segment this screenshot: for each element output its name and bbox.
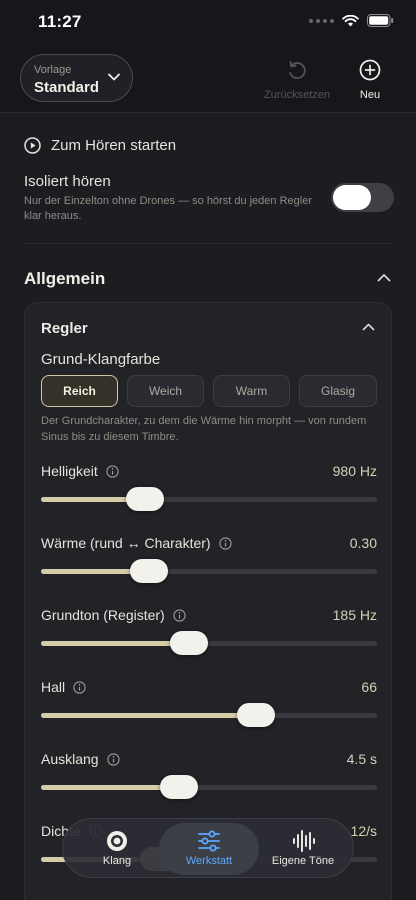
timbre-description: Der Grundcharakter, zu dem die Wärme hin… <box>41 415 367 443</box>
timbre-option-glasig[interactable]: Glasig <box>299 375 377 407</box>
waveform-icon <box>293 830 315 852</box>
isolate-toggle[interactable] <box>331 183 394 212</box>
undo-icon <box>289 60 306 79</box>
info-icon[interactable] <box>106 752 120 766</box>
reset-button[interactable]: Zurücksetzen <box>258 58 336 101</box>
timbre-option-warm[interactable]: Warm <box>213 375 290 407</box>
slider-thumb[interactable] <box>126 487 165 511</box>
status-bar: 11:27 <box>0 0 416 46</box>
wifi-icon <box>342 14 359 26</box>
chevron-up-icon[interactable] <box>362 323 375 331</box>
preset-selector[interactable]: Vorlage Standard <box>20 54 133 102</box>
param-grundton: Grundton (Register) 185 Hz <box>41 607 377 663</box>
plus-circle-icon <box>359 59 381 81</box>
controls-card: Regler Grund-Klangfarbe Reich Weich Warm… <box>24 302 392 900</box>
sliders-icon <box>198 830 220 852</box>
toggle-knob <box>333 185 371 210</box>
status-time: 11:27 <box>38 12 82 31</box>
timbre-option-reich[interactable]: Reich <box>41 375 118 407</box>
isolate-title: Isoliert hören <box>24 173 111 190</box>
tab-label: Werkstatt <box>185 855 233 867</box>
param-value: 4.5 s <box>346 751 377 767</box>
record-icon <box>107 831 127 851</box>
tab-label: Eigene Töne <box>271 855 335 867</box>
battery-icon <box>367 14 394 27</box>
param-value: 980 Hz <box>332 463 377 479</box>
tab-eigene-toene[interactable]: Eigene Töne <box>259 823 347 875</box>
param-helligkeit: Helligkeit 980 Hz <box>41 463 377 519</box>
param-label: Ausklang <box>41 751 120 767</box>
slider-fill <box>41 641 189 646</box>
slider-fill <box>41 713 257 718</box>
param-value: 66 <box>361 679 377 695</box>
tab-klang[interactable]: Klang <box>71 823 163 875</box>
param-label: Hall <box>41 679 86 695</box>
new-button[interactable]: Neu <box>346 58 394 101</box>
param-label: Helligkeit <box>41 463 119 479</box>
chevron-up-icon[interactable] <box>377 273 391 282</box>
isolate-description: Nur der Einzelton ohne Drones — so hörst… <box>24 195 312 222</box>
status-icons <box>309 14 394 27</box>
param-name: Helligkeit <box>41 463 98 479</box>
param-value: 0.30 <box>349 535 377 551</box>
timbre-option-weich[interactable]: Weich <box>127 375 204 407</box>
preset-value: Standard <box>34 79 100 96</box>
timbre-label: Grund-Klangfarbe <box>41 351 161 368</box>
settings-sheet: Zum Hören starten Isoliert hören Nur der… <box>0 112 416 900</box>
param-name: Wärme (rund ↔ Charakter) <box>41 535 211 551</box>
play-circle-icon <box>24 137 41 154</box>
slider-thumb[interactable] <box>129 559 168 583</box>
slider-track[interactable] <box>41 497 377 502</box>
tab-bar: Klang Werkstatt Eigene Töne <box>62 818 354 878</box>
param-value: 12/s <box>350 823 377 839</box>
reset-label: Zurücksetzen <box>263 89 331 101</box>
listen-button[interactable]: Zum Hören starten <box>24 137 176 154</box>
info-icon[interactable] <box>106 464 119 478</box>
param-name: Grundton (Register) <box>41 607 165 623</box>
info-icon[interactable] <box>73 680 86 694</box>
slider-track[interactable] <box>41 569 377 574</box>
param-label: Wärme (rund ↔ Charakter) <box>41 535 232 551</box>
top-bar: Vorlage Standard Zurücksetzen Neu <box>0 46 416 112</box>
param-value: 185 Hz <box>332 607 377 623</box>
slider-thumb[interactable] <box>159 775 198 799</box>
slider-track[interactable] <box>41 785 377 790</box>
card-title: Regler <box>41 320 88 337</box>
info-icon[interactable] <box>173 608 186 622</box>
tab-label: Klang <box>102 855 132 867</box>
slider-thumb[interactable] <box>237 703 276 727</box>
param-label: Grundton (Register) <box>41 607 186 623</box>
divider <box>24 243 392 244</box>
slider-thumb[interactable] <box>169 631 208 655</box>
signal-icon <box>309 18 334 23</box>
param-name: Hall <box>41 679 66 695</box>
slider-fill <box>41 785 179 790</box>
chevron-down-icon <box>108 73 120 81</box>
slider-track[interactable] <box>41 713 377 718</box>
slider-track[interactable] <box>41 641 377 646</box>
param-name: Ausklang <box>41 751 99 767</box>
preset-caption: Vorlage <box>34 64 72 76</box>
info-icon[interactable] <box>218 536 232 550</box>
tab-werkstatt[interactable]: Werkstatt <box>159 823 259 875</box>
new-label: Neu <box>359 89 381 101</box>
param-ausklang: Ausklang 4.5 s <box>41 751 377 807</box>
listen-label: Zum Hören starten <box>51 137 177 154</box>
param-hall: Hall 66 <box>41 679 377 735</box>
param-waerme: Wärme (rund ↔ Charakter) 0.30 <box>41 535 377 591</box>
section-title: Allgemein <box>24 269 106 288</box>
